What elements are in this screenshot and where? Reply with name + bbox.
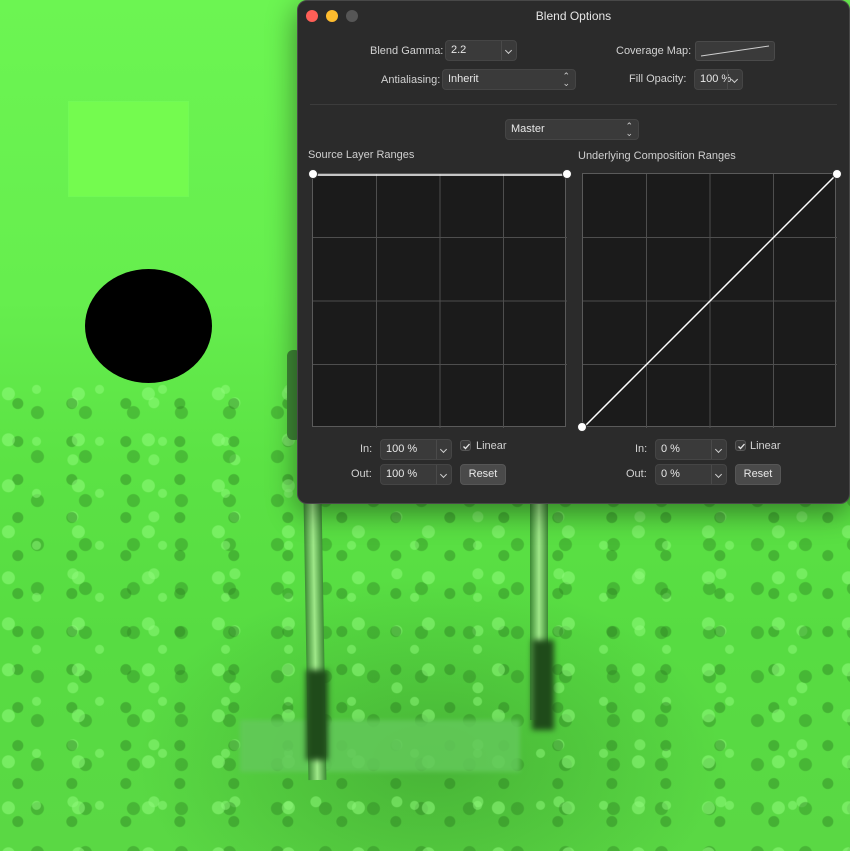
coverage-map-curve-button[interactable] (695, 41, 775, 61)
section-divider (310, 104, 837, 105)
underlying-out-value[interactable]: 0 % (661, 468, 680, 480)
underlying-end-handle[interactable] (832, 169, 842, 179)
chevron-down-icon[interactable] (711, 465, 726, 484)
underlying-ranges-title: Underlying Composition Ranges (578, 150, 736, 162)
chevron-down-icon[interactable] (711, 440, 726, 459)
chevron-down-icon[interactable] (501, 41, 516, 60)
antialiasing-label: Antialiasing: (381, 74, 441, 86)
checkmark-icon (463, 443, 470, 450)
antialiasing-popup[interactable]: Inherit ⌃ ⌄ (442, 69, 576, 90)
source-ranges-title: Source Layer Ranges (308, 149, 415, 161)
underlying-linear-label[interactable]: Linear (750, 440, 781, 452)
source-end-handle[interactable] (562, 169, 572, 179)
coverage-map-label: Coverage Map: (616, 45, 692, 57)
underlying-out-label: Out: (626, 468, 647, 480)
source-start-handle[interactable] (308, 169, 318, 179)
photo-right-leg-shadow (532, 640, 554, 730)
blend-gamma-value[interactable]: 2.2 (451, 44, 466, 56)
title-bar[interactable]: Blend Options (298, 1, 849, 31)
green-rectangle-shape[interactable] (69, 102, 188, 196)
fill-opacity-combo[interactable]: 100 % (694, 69, 743, 90)
underlying-in-label: In: (635, 443, 648, 455)
dialog-title: Blend Options (535, 9, 612, 23)
source-grid (313, 174, 567, 428)
source-reset-button[interactable]: Reset (460, 464, 506, 485)
source-linear-label[interactable]: Linear (476, 440, 507, 452)
chevron-down-icon[interactable] (436, 440, 451, 459)
source-in-value[interactable]: 100 % (386, 443, 417, 455)
source-linear-checkbox[interactable] (460, 440, 471, 451)
source-out-value[interactable]: 100 % (386, 468, 417, 480)
updown-arrows-icon: ⌃ ⌄ (562, 71, 570, 88)
chevron-down-icon[interactable] (436, 465, 451, 484)
source-out-label: Out: (351, 468, 372, 480)
underlying-in-value[interactable]: 0 % (661, 443, 680, 455)
chevron-down-icon[interactable] (727, 70, 742, 89)
source-in-label: In: (360, 443, 373, 455)
blend-gamma-label: Blend Gamma: (370, 45, 444, 57)
source-handles (308, 169, 572, 179)
underlying-reset-button[interactable]: Reset (735, 464, 781, 485)
source-ranges-graph[interactable] (312, 173, 567, 428)
underlying-start-handle[interactable] (577, 422, 587, 432)
photo-left-leg-shadow (306, 670, 328, 760)
updown-arrows-icon: ⌃ ⌄ (625, 121, 633, 138)
underlying-out-combo[interactable]: 0 % (655, 464, 727, 485)
blend-gamma-combo[interactable]: 2.2 (445, 40, 517, 61)
channel-popup[interactable]: Master ⌃ ⌄ (505, 119, 639, 140)
coverage-curve-icon (700, 45, 770, 57)
underlying-in-combo[interactable]: 0 % (655, 439, 727, 460)
source-out-combo[interactable]: 100 % (380, 464, 452, 485)
fill-opacity-label: Fill Opacity: (629, 73, 687, 85)
underlying-linear-checkbox[interactable] (735, 440, 746, 451)
channel-value: Master (511, 123, 545, 135)
blend-options-dialog: Blend Options Blend Gamma: 2.2 Coverage … (297, 0, 850, 504)
underlying-handles (577, 169, 842, 432)
source-in-combo[interactable]: 100 % (380, 439, 452, 460)
checkmark-icon (738, 443, 745, 450)
black-ellipse-shape[interactable] (85, 269, 212, 383)
antialiasing-value: Inherit (448, 73, 479, 85)
photo-base-plate (240, 720, 520, 772)
